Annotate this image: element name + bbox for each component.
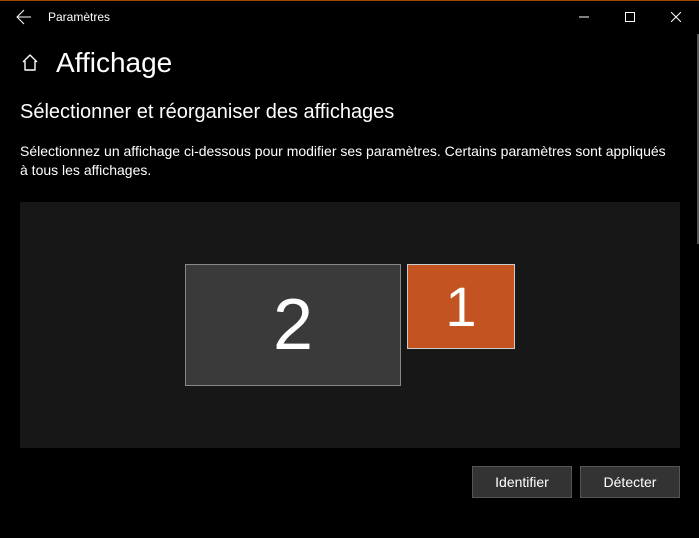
window-title: Paramètres (48, 10, 110, 24)
detect-button[interactable]: Détecter (580, 466, 680, 498)
maximize-icon (625, 12, 635, 22)
content-area: Sélectionner et réorganiser des affichag… (0, 101, 699, 498)
monitor-label: 2 (273, 284, 313, 366)
identify-button[interactable]: Identifier (472, 466, 572, 498)
close-button[interactable] (653, 1, 699, 33)
close-icon (671, 12, 681, 22)
minimize-button[interactable] (561, 1, 607, 33)
maximize-button[interactable] (607, 1, 653, 33)
page-title: Affichage (56, 47, 172, 79)
button-row: Identifier Détecter (20, 466, 680, 498)
section-description: Sélectionnez un affichage ci-dessous pou… (20, 142, 670, 180)
page-header: Affichage (0, 33, 699, 101)
monitors-container: 2 1 (185, 264, 515, 386)
minimize-icon (579, 12, 589, 22)
display-monitor-2[interactable]: 2 (185, 264, 401, 386)
back-button[interactable] (4, 1, 44, 33)
display-arrangement-area[interactable]: 2 1 (20, 202, 680, 448)
home-icon[interactable] (20, 53, 40, 73)
button-label: Détecter (604, 474, 657, 490)
title-bar: Paramètres (0, 1, 699, 33)
button-label: Identifier (495, 474, 549, 490)
monitor-label: 1 (445, 274, 476, 339)
arrow-left-icon (16, 9, 32, 25)
display-monitor-1[interactable]: 1 (407, 264, 515, 349)
section-title: Sélectionner et réorganiser des affichag… (20, 101, 679, 124)
